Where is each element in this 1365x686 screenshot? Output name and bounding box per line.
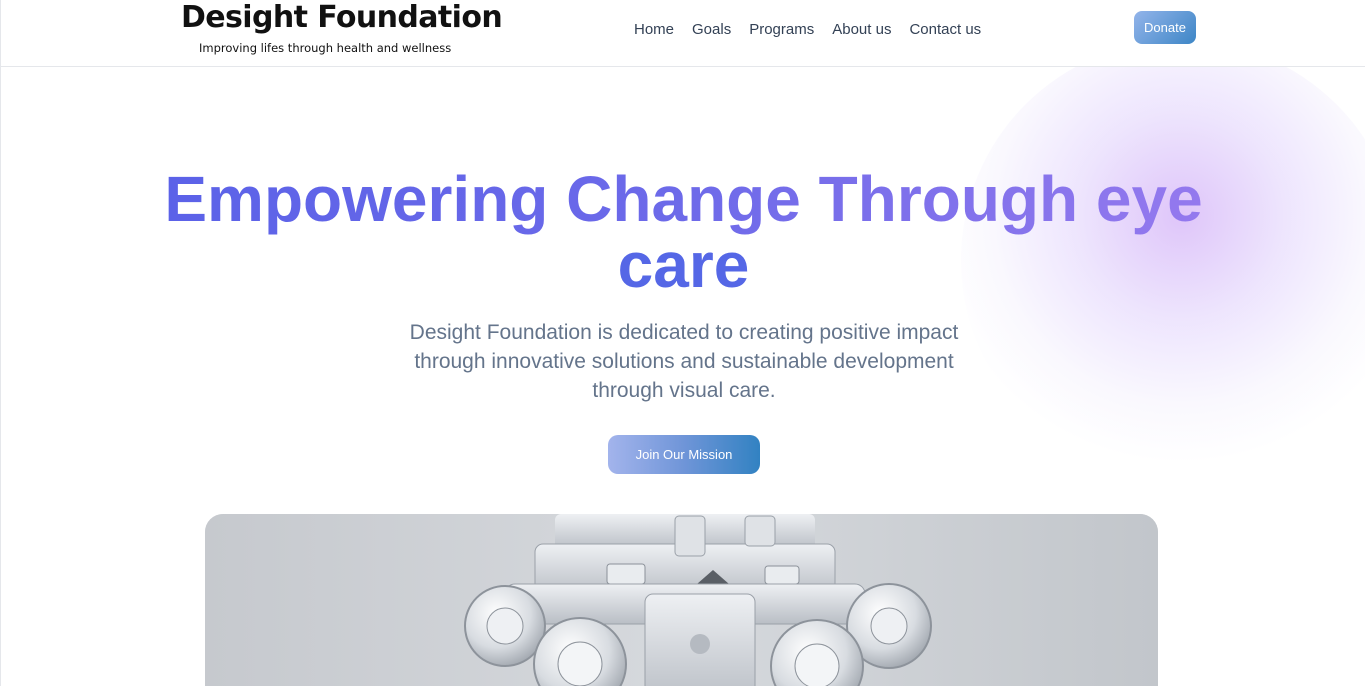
site-header: Desight Foundation Improving lifes throu…: [1, 0, 1365, 67]
logo-title: Desight Foundation: [181, 0, 503, 35]
phoropter-illustration: [205, 514, 1158, 686]
nav-programs[interactable]: Programs: [749, 20, 814, 40]
hero-image-phoropter: [205, 514, 1158, 686]
page: Desight Foundation Improving lifes throu…: [0, 0, 1365, 686]
hero-subtitle: Desight Foundation is dedicated to creat…: [409, 321, 959, 402]
donate-button[interactable]: Donate: [1134, 11, 1196, 44]
main-nav: Home Goals Programs About us Contact us: [634, 20, 981, 40]
hero-title: Empowering Change Through eye care: [1, 166, 1365, 298]
logo[interactable]: Desight Foundation Improving lifes throu…: [181, 0, 503, 60]
nav-home[interactable]: Home: [634, 20, 674, 40]
logo-tagline: Improving lifes through health and welln…: [199, 41, 452, 55]
nav-about-us[interactable]: About us: [832, 20, 891, 40]
nav-goals[interactable]: Goals: [692, 20, 731, 40]
join-mission-button[interactable]: Join Our Mission: [608, 435, 760, 474]
hero-title-line-2: care: [617, 229, 750, 301]
nav-contact-us[interactable]: Contact us: [909, 20, 981, 40]
hero-title-line-1: Empowering Change Through eye: [164, 163, 1203, 235]
